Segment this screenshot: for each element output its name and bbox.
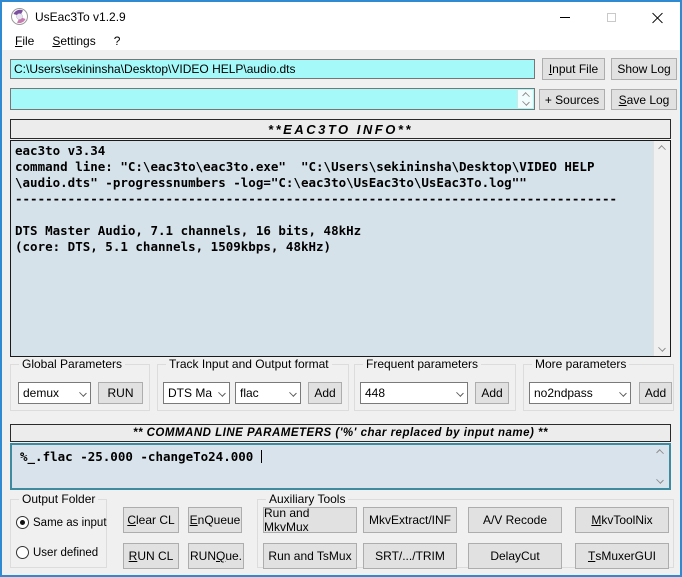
app-window: UsEac3To v1.2.9 File Settings ? C:\Users… bbox=[0, 0, 682, 577]
close-button[interactable] bbox=[634, 2, 680, 32]
radio-user-defined[interactable]: User defined bbox=[16, 546, 98, 559]
minimize-button[interactable] bbox=[542, 2, 588, 32]
track-output-format-value: flac bbox=[240, 386, 259, 400]
text-cursor bbox=[260, 450, 262, 463]
run-and-tsmux-button[interactable]: Run and TsMux bbox=[263, 543, 357, 569]
group-frequent-label: Frequent parameters bbox=[363, 357, 482, 371]
tsmuxergui-button[interactable]: TsMuxerGUI bbox=[575, 543, 669, 569]
input-file-path: C:\Users\sekininsha\Desktop\VIDEO HELP\a… bbox=[14, 62, 296, 76]
scroll-up-icon bbox=[656, 449, 664, 457]
chevron-down-icon bbox=[218, 389, 226, 397]
command-line-field[interactable]: %_.flac -25.000 -changeTo24.000 bbox=[10, 443, 671, 490]
menu-bar: File Settings ? bbox=[2, 32, 680, 50]
radio-unselected-icon bbox=[16, 546, 29, 559]
chevron-down-icon bbox=[79, 389, 87, 397]
run-and-mkvmux-button[interactable]: Run and MkvMux bbox=[263, 506, 357, 534]
srt-trim-button[interactable]: SRT/.../TRIM bbox=[363, 543, 457, 569]
menu-settings[interactable]: Settings bbox=[43, 33, 104, 49]
info-output-area[interactable]: eac3to v3.34 command line: "C:\eac3to\ea… bbox=[10, 140, 671, 357]
track-format-add-button[interactable]: Add bbox=[308, 382, 342, 404]
more-parameters-add-button[interactable]: Add bbox=[639, 382, 672, 404]
global-parameters-value: demux bbox=[23, 386, 60, 400]
run-button[interactable]: RUN bbox=[98, 382, 143, 404]
global-parameters-dropdown[interactable]: demux bbox=[18, 382, 91, 404]
delaycut-button[interactable]: DelayCut bbox=[468, 543, 562, 569]
more-parameters-value: no2ndpass bbox=[534, 386, 593, 400]
radio-user-defined-label: User defined bbox=[33, 546, 99, 559]
mkvextract-inf-button[interactable]: MkvExtract/INF bbox=[363, 507, 457, 533]
radio-same-as-input[interactable]: Same as input bbox=[16, 516, 107, 529]
maximize-icon bbox=[606, 12, 616, 22]
sources-field[interactable] bbox=[10, 88, 535, 110]
group-output-label: Output Folder bbox=[19, 492, 99, 506]
input-file-field[interactable]: C:\Users\sekininsha\Desktop\VIDEO HELP\a… bbox=[10, 59, 535, 79]
track-input-format-dropdown[interactable]: DTS Ma bbox=[163, 382, 230, 404]
add-sources-button[interactable]: + Sources bbox=[539, 89, 605, 110]
chevron-down-icon bbox=[289, 389, 297, 397]
close-icon bbox=[652, 12, 663, 23]
frequent-parameters-value: 448 bbox=[365, 386, 386, 400]
scroll-down-icon bbox=[656, 476, 664, 484]
title-bar: UsEac3To v1.2.9 bbox=[2, 2, 680, 32]
clear-cl-button[interactable]: Clear CL bbox=[123, 507, 179, 533]
app-icon bbox=[11, 8, 28, 25]
more-parameters-dropdown[interactable]: no2ndpass bbox=[529, 382, 631, 404]
show-log-button[interactable]: Show Log bbox=[611, 58, 677, 80]
group-aux-label: Auxiliary Tools bbox=[266, 492, 349, 506]
spinner-down-icon bbox=[521, 98, 530, 106]
info-section-header: **EAC3TO INFO** bbox=[10, 119, 671, 139]
av-recode-button[interactable]: A/V Recode bbox=[468, 507, 562, 533]
command-section-header: ** COMMAND LINE PARAMETERS ('%' char rep… bbox=[10, 424, 671, 442]
mkvtoolnix-button[interactable]: MkvToolNix bbox=[575, 507, 669, 533]
frequent-parameters-dropdown[interactable]: 448 bbox=[360, 382, 468, 404]
scroll-down-icon bbox=[658, 344, 666, 352]
info-output-text: eac3to v3.34 command line: "C:\eac3to\ea… bbox=[15, 143, 618, 254]
window-title: UsEac3To v1.2.9 bbox=[35, 10, 126, 24]
enqueue-button[interactable]: EnQueue bbox=[188, 507, 242, 533]
track-input-format-value: DTS Ma bbox=[168, 386, 213, 400]
chevron-down-icon bbox=[619, 389, 627, 397]
group-more-label: More parameters bbox=[532, 357, 630, 371]
menu-help[interactable]: ? bbox=[105, 33, 130, 49]
command-line-text: %_.flac -25.000 -changeTo24.000 bbox=[20, 449, 262, 464]
menu-file[interactable]: File bbox=[6, 33, 43, 49]
info-scrollbar[interactable] bbox=[653, 141, 670, 356]
run-cl-button[interactable]: R UN CL bbox=[123, 543, 179, 569]
frequent-parameters-add-button[interactable]: Add bbox=[475, 382, 509, 404]
run-que-button[interactable]: RUN Que. bbox=[188, 543, 244, 569]
radio-same-as-input-label: Same as input bbox=[33, 516, 107, 529]
radio-selected-icon bbox=[16, 516, 29, 529]
scroll-up-icon bbox=[658, 145, 666, 153]
minimize-icon bbox=[560, 16, 570, 18]
chevron-down-icon bbox=[456, 389, 464, 397]
input-file-button[interactable]: Input File bbox=[542, 58, 605, 80]
group-global-label: Global Parameters bbox=[19, 357, 126, 371]
save-log-button[interactable]: Save Log bbox=[611, 89, 677, 110]
group-track-label: Track Input and Output format bbox=[166, 357, 332, 371]
sources-spinner[interactable] bbox=[517, 90, 533, 108]
track-output-format-dropdown[interactable]: flac bbox=[235, 382, 301, 404]
maximize-button[interactable] bbox=[588, 2, 634, 32]
command-scroll-arrows[interactable] bbox=[653, 447, 667, 486]
